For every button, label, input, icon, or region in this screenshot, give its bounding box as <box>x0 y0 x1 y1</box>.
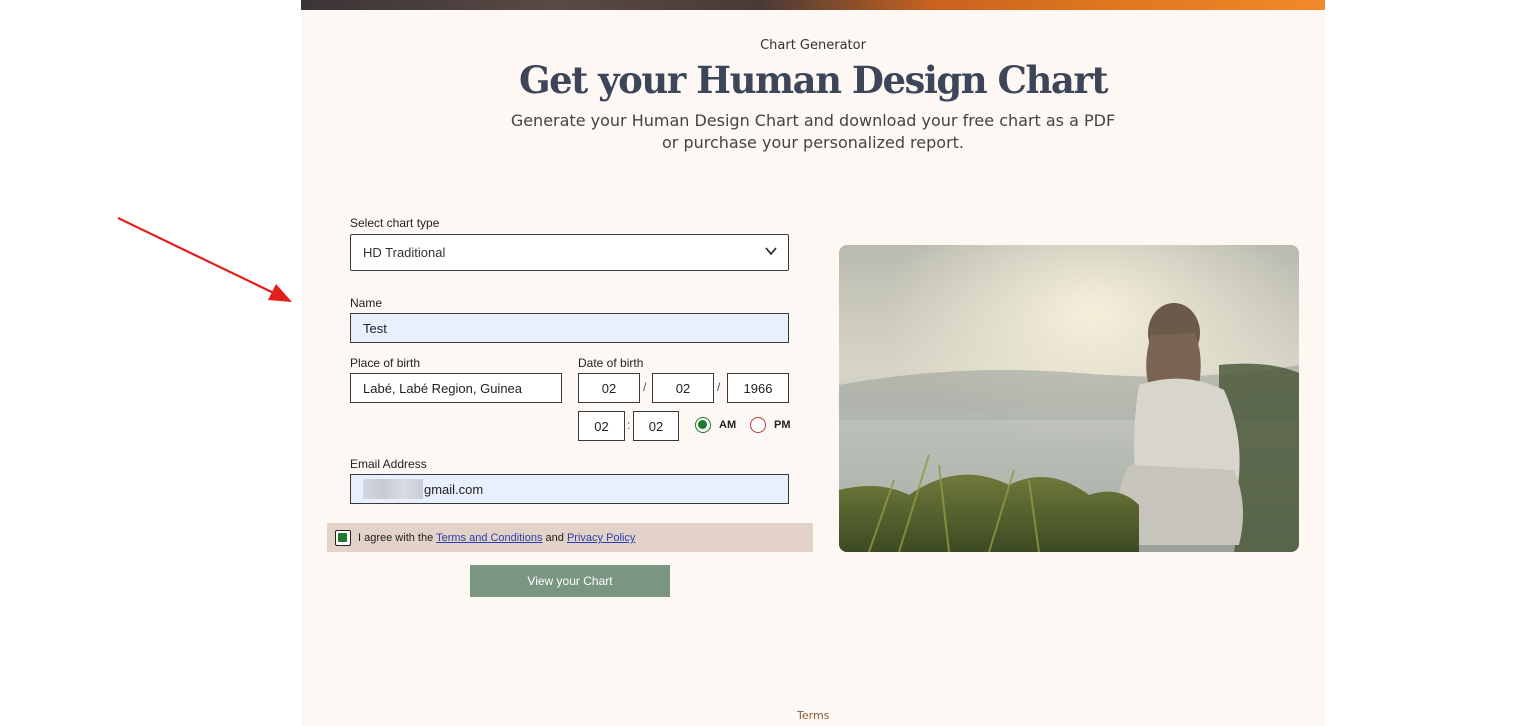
date-separator: / <box>717 380 721 394</box>
am-radio-label: AM <box>719 419 737 431</box>
agree-and: and <box>545 532 564 544</box>
hero-image-strip <box>301 0 1325 10</box>
chart-type-select[interactable]: HD Traditional <box>350 234 789 271</box>
footer-terms-link[interactable]: Terms <box>797 709 829 722</box>
email-input-value: gmail.com <box>424 481 484 497</box>
email-redaction-blur <box>363 479 423 499</box>
woman-by-sea-image <box>839 245 1299 552</box>
agree-checkbox[interactable] <box>335 530 351 546</box>
hero-photo <box>839 245 1299 552</box>
view-chart-button[interactable]: View your Chart <box>470 565 670 597</box>
date-of-birth-label: Date of birth <box>578 356 644 370</box>
am-radio[interactable] <box>695 417 711 433</box>
annotation-arrow-icon <box>117 217 292 302</box>
date-separator: / <box>643 380 647 394</box>
agree-prefix: I agree with the <box>358 532 434 544</box>
email-label: Email Address <box>350 457 427 471</box>
place-of-birth-value: Labé, Labé Region, Guinea <box>363 380 523 396</box>
dob-day-input[interactable]: 02 <box>652 373 714 403</box>
agree-text: I agree with the Terms and Conditions an… <box>358 532 635 544</box>
name-label: Name <box>350 296 383 310</box>
dob-month-input[interactable]: 02 <box>578 373 640 403</box>
pm-radio[interactable] <box>750 417 766 433</box>
time-minute-input[interactable]: 02 <box>633 411 679 441</box>
time-hour-input[interactable]: 02 <box>578 411 625 441</box>
terms-link[interactable]: Terms and Conditions <box>436 532 542 544</box>
page-title: Get your Human Design Chart <box>519 58 1108 102</box>
pm-radio-label: PM <box>774 419 791 431</box>
eyebrow-text: Chart Generator <box>760 38 866 53</box>
email-input[interactable]: gmail.com <box>350 474 789 504</box>
chart-type-value: HD Traditional <box>363 245 446 260</box>
chart-type-label: Select chart type <box>350 216 440 230</box>
privacy-link[interactable]: Privacy Policy <box>567 532 635 544</box>
time-separator: : <box>627 418 631 432</box>
page: Chart Generator Get your Human Design Ch… <box>0 0 1527 726</box>
name-input-value: Test <box>363 320 387 336</box>
name-input[interactable]: Test <box>350 313 789 343</box>
dob-year-input[interactable]: 1966 <box>727 373 789 403</box>
place-of-birth-input[interactable]: Labé, Labé Region, Guinea <box>350 373 562 403</box>
page-subtitle: Generate your Human Design Chart and dow… <box>510 111 1116 152</box>
chevron-down-icon <box>765 247 777 256</box>
place-of-birth-label: Place of birth <box>350 356 421 370</box>
